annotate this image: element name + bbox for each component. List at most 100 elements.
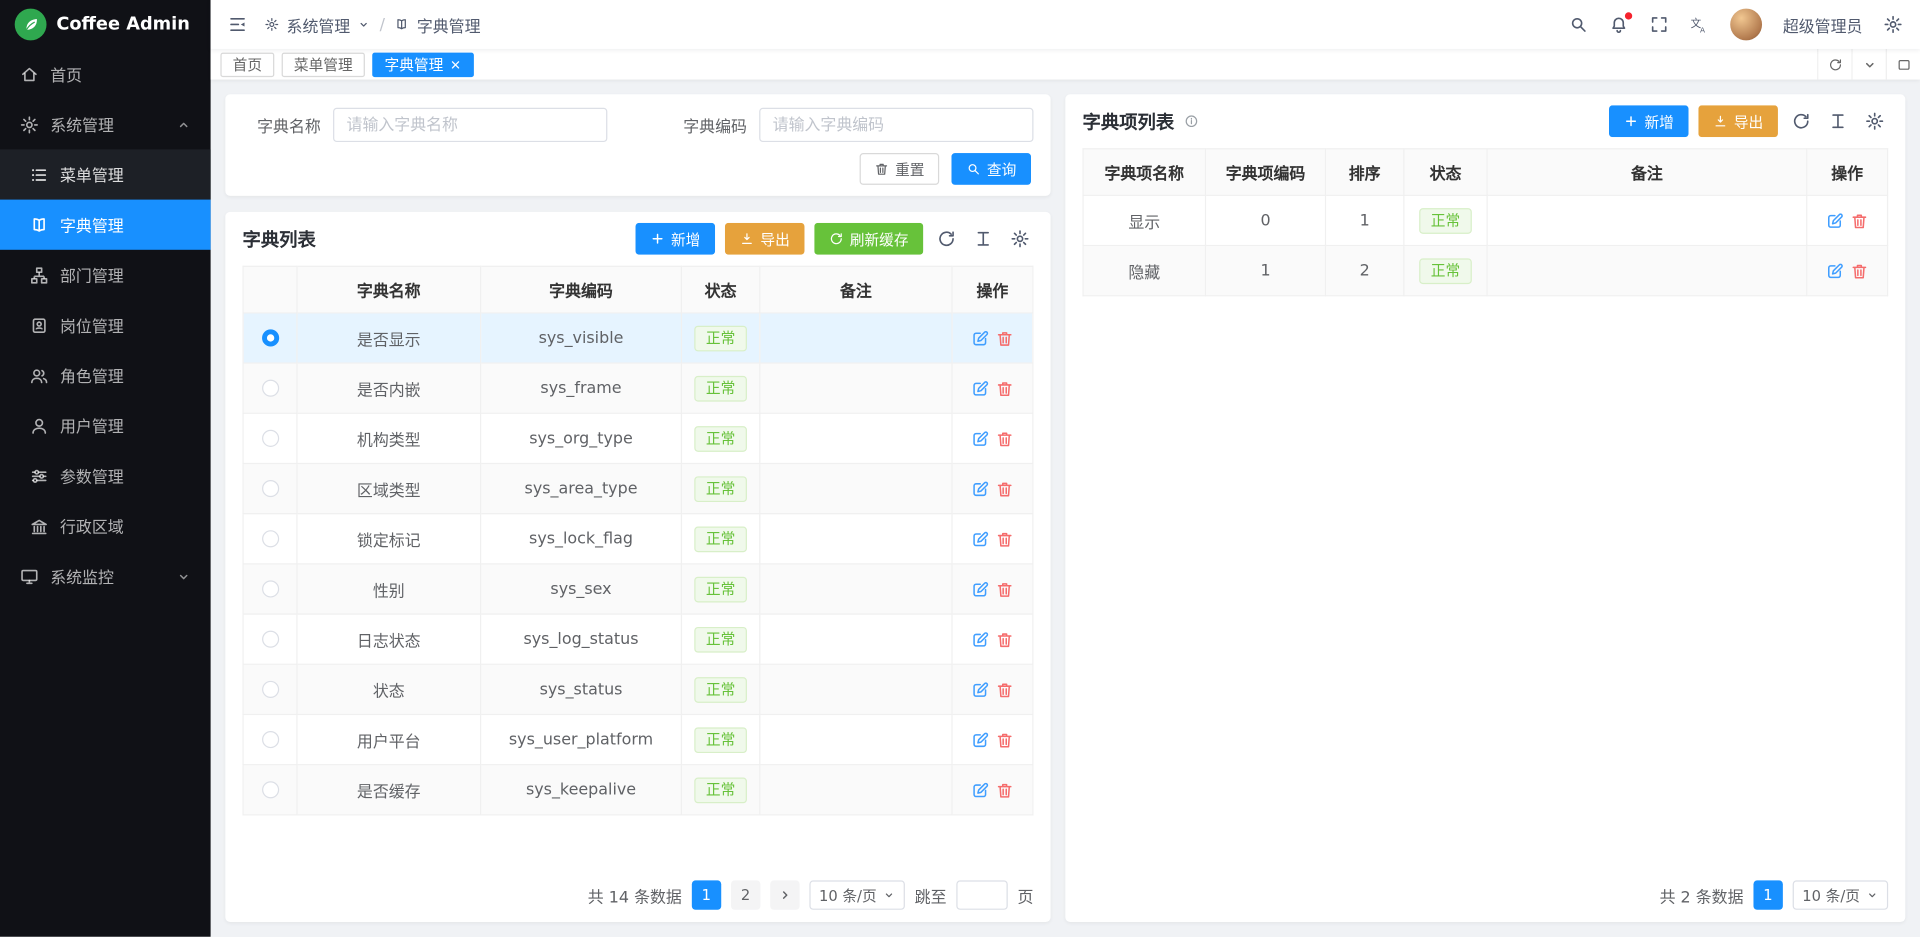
sidebar-item-home[interactable]: 首页 [0, 49, 211, 99]
add-item-button[interactable]: 新增 [1609, 105, 1689, 137]
row-density-icon[interactable] [1824, 108, 1851, 135]
dict-item-row[interactable]: 隐藏12正常 [1083, 246, 1887, 296]
avatar[interactable] [1730, 9, 1762, 41]
breadcrumb-level1[interactable]: 系统管理 [287, 13, 351, 36]
edit-icon[interactable] [968, 426, 992, 450]
delete-icon[interactable] [992, 476, 1016, 500]
row-radio[interactable] [261, 480, 278, 497]
column-settings-icon[interactable] [1861, 108, 1888, 135]
row-radio[interactable] [261, 631, 278, 648]
delete-icon[interactable] [992, 577, 1016, 601]
edit-icon[interactable] [968, 326, 992, 350]
dict-name-input[interactable] [333, 108, 607, 142]
sidebar-item-param[interactable]: 参数管理 [0, 451, 211, 501]
dict-code-input[interactable] [759, 108, 1033, 142]
delete-icon[interactable] [992, 376, 1016, 400]
delete-icon[interactable] [992, 677, 1016, 701]
row-radio[interactable] [261, 380, 278, 397]
edit-icon[interactable] [968, 577, 992, 601]
notification-bell-icon[interactable] [1609, 15, 1629, 35]
row-radio[interactable] [261, 781, 278, 798]
dict-row[interactable]: 是否显示sys_visible正常 [243, 313, 1033, 363]
row-radio[interactable] [261, 329, 278, 346]
edit-icon[interactable] [1823, 208, 1847, 232]
edit-icon[interactable] [968, 627, 992, 651]
close-icon[interactable] [449, 58, 461, 70]
edit-icon[interactable] [968, 527, 992, 551]
refresh-tab-icon[interactable] [1817, 49, 1851, 80]
settings-gear-icon[interactable] [1883, 15, 1903, 35]
dict-row[interactable]: 用户平台sys_user_platform正常 [243, 714, 1033, 764]
row-radio[interactable] [261, 530, 278, 547]
edit-icon[interactable] [968, 476, 992, 500]
dict-row[interactable]: 锁定标记sys_lock_flag正常 [243, 514, 1033, 564]
tab-menu-manage[interactable]: 菜单管理 [282, 52, 365, 76]
sidebar-item-role[interactable]: 角色管理 [0, 350, 211, 400]
column-settings-icon[interactable] [1007, 225, 1034, 252]
reset-button[interactable]: 重置 [860, 153, 940, 185]
page-size-select[interactable]: 10 条/页 [1792, 880, 1888, 909]
info-icon[interactable] [1184, 114, 1199, 129]
query-button[interactable]: 查询 [951, 153, 1031, 185]
dict-row[interactable]: 区域类型sys_area_type正常 [243, 463, 1033, 513]
edit-icon[interactable] [968, 376, 992, 400]
delete-icon[interactable] [1847, 208, 1871, 232]
tabs-dropdown-icon[interactable] [1851, 49, 1885, 80]
col-dict-name: 字典名称 [297, 266, 481, 313]
edit-icon[interactable] [968, 677, 992, 701]
sidebar-item-region[interactable]: 行政区域 [0, 501, 211, 551]
dict-row[interactable]: 日志状态sys_log_status正常 [243, 614, 1033, 664]
tab-home[interactable]: 首页 [220, 52, 274, 76]
delete-icon[interactable] [992, 727, 1016, 751]
sidebar-item-system[interactable]: 系统管理 [0, 99, 211, 149]
delete-icon[interactable] [992, 426, 1016, 450]
dict-row[interactable]: 是否内嵌sys_frame正常 [243, 363, 1033, 413]
row-radio[interactable] [261, 731, 278, 748]
dict-row[interactable]: 状态sys_status正常 [243, 664, 1033, 714]
collapse-sidebar-button[interactable] [228, 15, 248, 35]
page-1-button[interactable]: 1 [1753, 880, 1782, 909]
page-1-button[interactable]: 1 [692, 880, 721, 909]
export-items-button[interactable]: 导出 [1698, 105, 1778, 137]
refresh-table-icon[interactable] [933, 225, 960, 252]
next-page-button[interactable] [770, 880, 799, 909]
sidebar-item-monitor[interactable]: 系统监控 [0, 551, 211, 601]
dict-row[interactable]: 机构类型sys_org_type正常 [243, 413, 1033, 463]
dict-row[interactable]: 是否缓存sys_keepalive正常 [243, 765, 1033, 815]
row-radio[interactable] [261, 681, 278, 698]
search-icon[interactable] [1569, 15, 1589, 35]
sidebar-item-dict[interactable]: 字典管理 [0, 200, 211, 250]
translate-icon[interactable] [1690, 15, 1710, 35]
refresh-table-icon[interactable] [1788, 108, 1815, 135]
dict-code-cell: sys_lock_flag [481, 514, 682, 564]
username[interactable]: 超级管理员 [1783, 13, 1863, 36]
delete-icon[interactable] [992, 527, 1016, 551]
sidebar-item-menu[interactable]: 菜单管理 [0, 149, 211, 199]
page-size-select[interactable]: 10 条/页 [809, 880, 905, 909]
add-dict-button[interactable]: 新增 [635, 223, 715, 255]
sidebar-item-user[interactable]: 用户管理 [0, 400, 211, 450]
delete-icon[interactable] [992, 326, 1016, 350]
app-logo[interactable]: Coffee Admin [0, 0, 211, 49]
delete-icon[interactable] [992, 778, 1016, 802]
delete-icon[interactable] [1847, 258, 1871, 282]
item-code-cell: 1 [1206, 246, 1326, 296]
row-density-icon[interactable] [970, 225, 997, 252]
fullscreen-icon[interactable] [1649, 15, 1669, 35]
row-radio[interactable] [261, 580, 278, 597]
dict-row[interactable]: 性别sys_sex正常 [243, 564, 1033, 614]
delete-icon[interactable] [992, 627, 1016, 651]
edit-icon[interactable] [968, 778, 992, 802]
refresh-cache-button[interactable]: 刷新缓存 [814, 223, 923, 255]
page-2-button[interactable]: 2 [731, 880, 760, 909]
sidebar-item-post[interactable]: 岗位管理 [0, 300, 211, 350]
jump-page-input[interactable] [956, 880, 1007, 909]
maximize-content-icon[interactable] [1886, 49, 1920, 80]
tab-dict-manage[interactable]: 字典管理 [372, 52, 474, 76]
row-radio[interactable] [261, 430, 278, 447]
sidebar-item-dept[interactable]: 部门管理 [0, 250, 211, 300]
dict-item-row[interactable]: 显示01正常 [1083, 195, 1887, 245]
edit-icon[interactable] [968, 727, 992, 751]
export-dict-button[interactable]: 导出 [725, 223, 805, 255]
edit-icon[interactable] [1823, 258, 1847, 282]
